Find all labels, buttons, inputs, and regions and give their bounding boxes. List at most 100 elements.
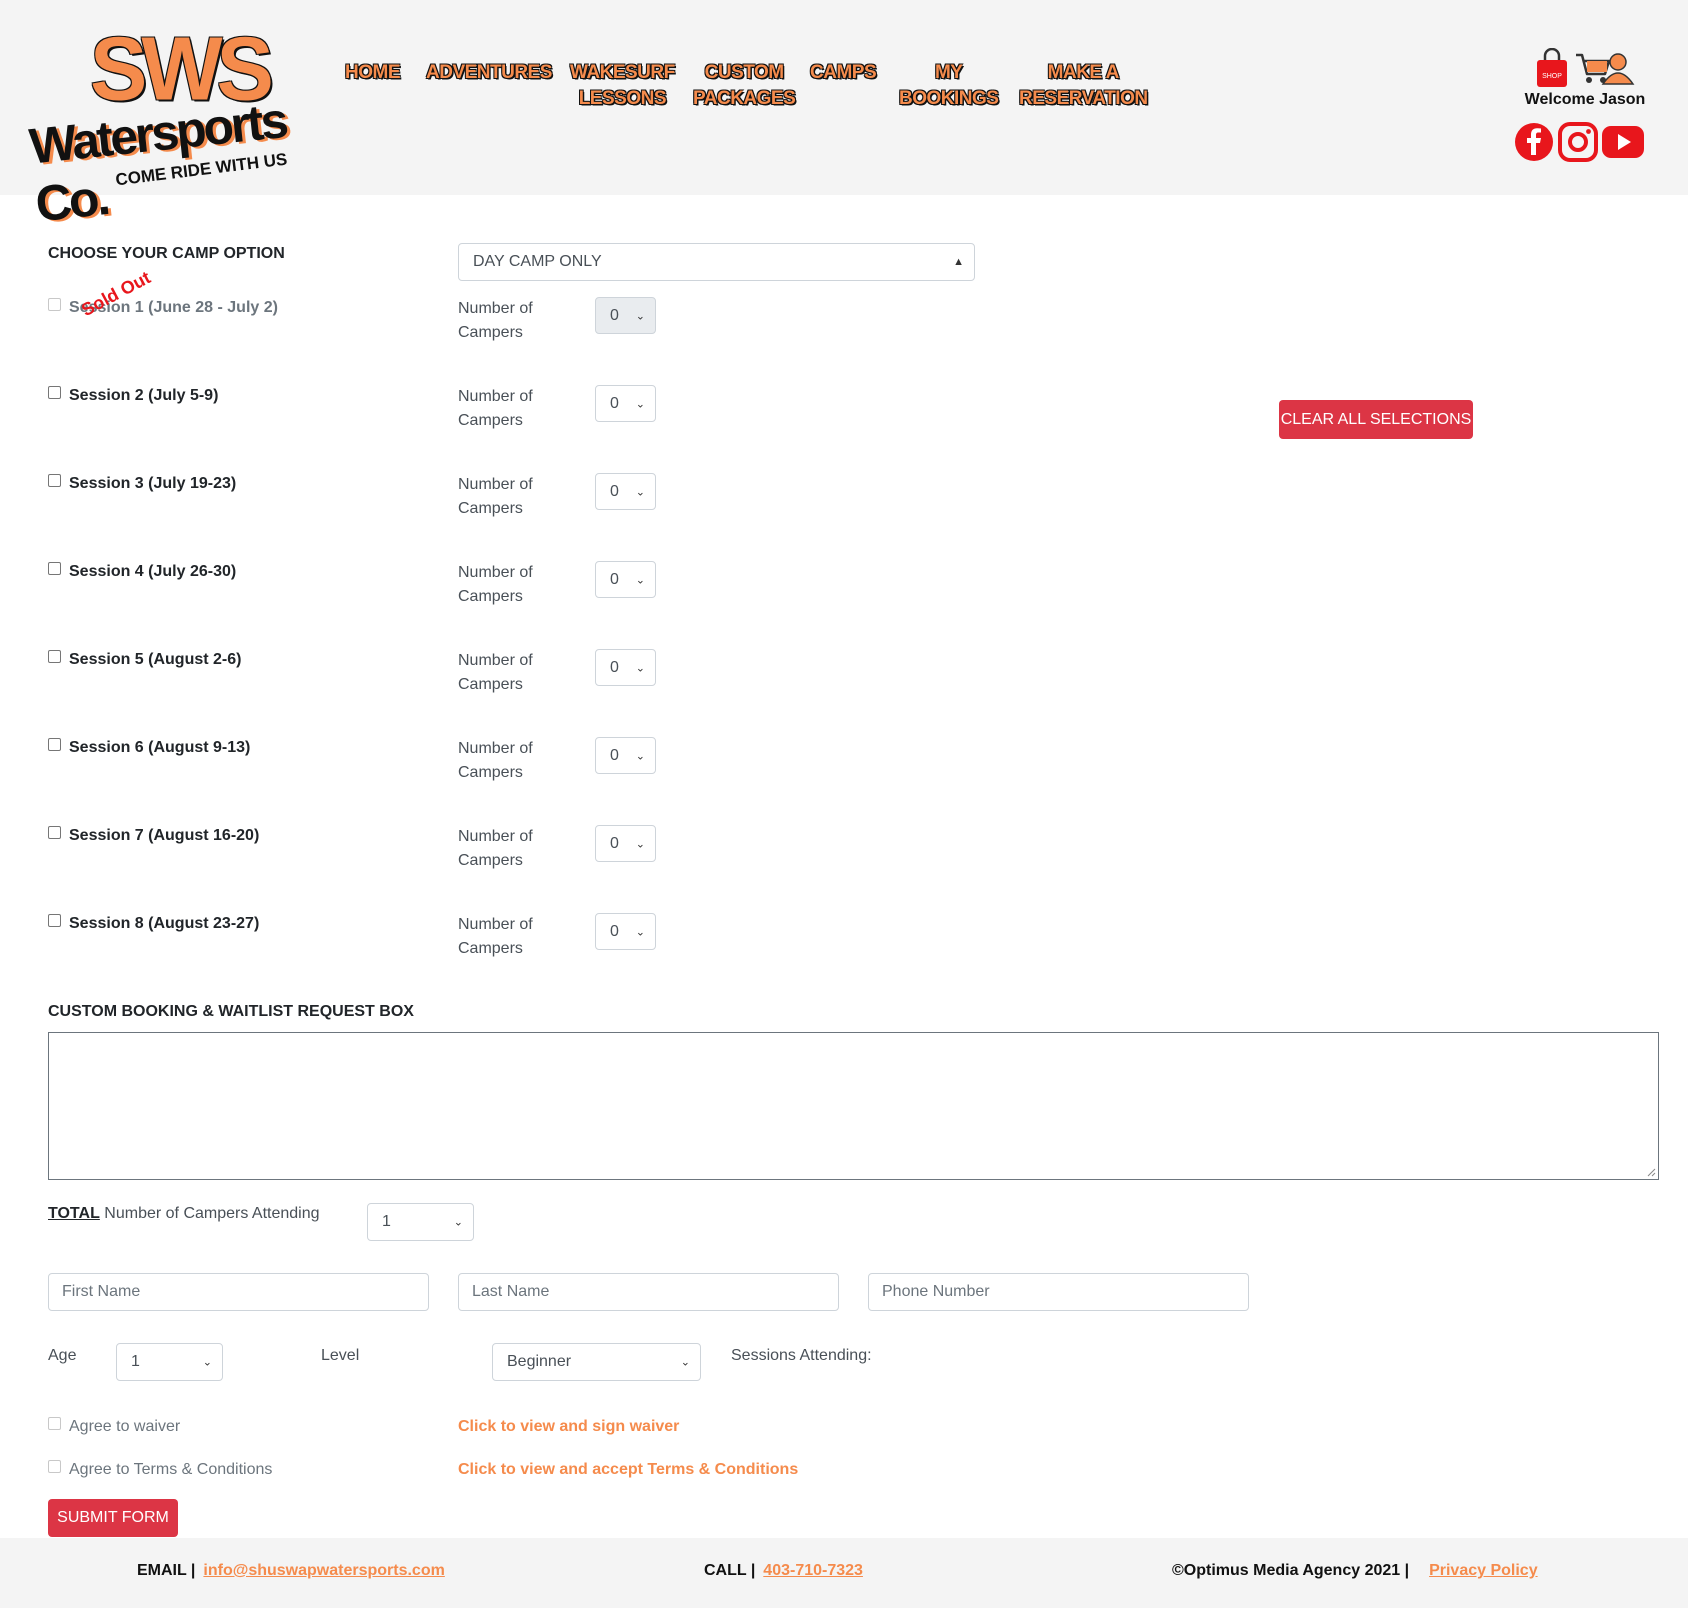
email-label: EMAIL | (137, 1562, 196, 1579)
chevron-down-icon: ⌄ (635, 398, 645, 410)
number-of-campers-label: Number of Campers (458, 828, 533, 869)
nav-my-bookings[interactable]: MY BOOKINGS (899, 60, 999, 112)
phone-placeholder: Phone Number (882, 1283, 990, 1300)
session-1-checkbox[interactable] (48, 298, 61, 312)
nav-home[interactable]: HOME (345, 60, 401, 86)
camp-option-value: DAY CAMP ONLY (473, 253, 602, 270)
nav-make-a-reservation[interactable]: MAKE A RESERVATION (1019, 60, 1148, 112)
terms-checkbox[interactable] (48, 1460, 61, 1474)
session-5-checkbox[interactable] (48, 650, 61, 664)
session-1-campers-select[interactable]: 0 ⌄ (595, 297, 656, 334)
session-label: Session 2 (July 5-9) (69, 387, 219, 404)
session-row[interactable]: Session 8 (August 23-27) (48, 914, 259, 933)
age-select[interactable]: 1 ⌄ (116, 1343, 223, 1381)
account-icons: SHOP (1535, 47, 1645, 91)
call-label: CALL | (704, 1562, 756, 1579)
level-select[interactable]: Beginner ⌄ (492, 1343, 701, 1381)
resize-grip-icon[interactable] (1646, 1167, 1656, 1177)
campers-value: 0 (610, 482, 619, 500)
phone-link[interactable]: 403-710-7323 (763, 1562, 863, 1579)
last-name-placeholder: Last Name (472, 1283, 550, 1300)
number-of-campers-label: Number of Campers (458, 388, 533, 429)
session-7-checkbox[interactable] (48, 826, 61, 840)
submit-form-button[interactable]: SUBMIT FORM (48, 1499, 178, 1537)
nav-adventures[interactable]: ADVENTURES (426, 60, 552, 86)
session-2-campers-select[interactable]: 0 ⌄ (595, 385, 656, 422)
chevron-down-icon: ⌄ (635, 662, 645, 674)
session-row[interactable]: Session 6 (August 9-13) (48, 738, 251, 757)
total-label-rest: Number of Campers Attending (104, 1205, 320, 1222)
total-label-bold: TOTAL (48, 1205, 100, 1222)
waiver-label: Agree to waiver (69, 1418, 181, 1435)
request-box-label: CUSTOM BOOKING & WAITLIST REQUEST BOX (48, 1003, 414, 1020)
shop-bag-icon[interactable]: SHOP (1535, 47, 1569, 93)
session-4-campers-select[interactable]: 0 ⌄ (595, 561, 656, 598)
session-5-campers-select[interactable]: 0 ⌄ (595, 649, 656, 686)
chevron-down-icon: ⌄ (635, 486, 645, 498)
first-name-input[interactable]: First Name (48, 1273, 429, 1311)
campers-value: 0 (610, 306, 619, 324)
privacy-policy-link[interactable]: Privacy Policy (1429, 1562, 1538, 1579)
site-header: SWS Watersports Co. COME RIDE WITH US HO… (0, 0, 1688, 233)
session-3-campers-select[interactable]: 0 ⌄ (595, 473, 656, 510)
chevron-down-icon: ⌄ (635, 310, 645, 322)
chevron-down-icon: ⌄ (635, 750, 645, 762)
number-of-campers-label: Number of Campers (458, 300, 533, 341)
session-3-checkbox[interactable] (48, 474, 61, 488)
session-row[interactable]: Session 4 (July 26-30) (48, 562, 237, 581)
session-label: Session 3 (July 19-23) (69, 475, 237, 492)
total-campers-value: 1 (382, 1213, 391, 1230)
youtube-icon[interactable] (1602, 126, 1644, 166)
session-row[interactable]: Session 2 (July 5-9) (48, 386, 219, 405)
session-8-campers-select[interactable]: 0 ⌄ (595, 913, 656, 950)
session-label: Session 6 (August 9-13) (69, 739, 251, 756)
logo-sub-text: Watersports Co. (26, 92, 289, 233)
accept-terms-link[interactable]: Click to view and accept Terms & Conditi… (458, 1461, 798, 1479)
copyright-text: ©Optimus Media Agency 2021 | (1172, 1562, 1410, 1579)
footer-call: CALL | 403-710-7323 (704, 1562, 863, 1580)
email-link[interactable]: info@shuswapwatersports.com (203, 1562, 444, 1579)
sign-waiver-link[interactable]: Click to view and sign waiver (458, 1418, 679, 1436)
footer-email: EMAIL | info@shuswapwatersports.com (137, 1562, 445, 1580)
waiver-row[interactable]: Agree to waiver (48, 1417, 181, 1436)
session-7-campers-select[interactable]: 0 ⌄ (595, 825, 656, 862)
total-campers-label: TOTAL Number of Campers Attending (48, 1205, 320, 1223)
instagram-icon[interactable] (1558, 122, 1598, 162)
terms-label: Agree to Terms & Conditions (69, 1461, 273, 1478)
svg-text:SHOP: SHOP (1542, 73, 1562, 80)
number-of-campers-label: Number of Campers (458, 916, 533, 957)
camp-option-select[interactable]: DAY CAMP ONLY ▲ (458, 243, 975, 281)
session-row[interactable]: Session 7 (August 16-20) (48, 826, 259, 845)
nav-custom-packages[interactable]: CUSTOM PACKAGES (693, 60, 796, 112)
number-of-campers-label: Number of Campers (458, 652, 533, 693)
session-row[interactable]: Session 5 (August 2-6) (48, 650, 242, 669)
sws-logo[interactable]: SWS Watersports Co. COME RIDE WITH US (27, 19, 330, 233)
facebook-icon[interactable] (1514, 122, 1554, 162)
waiver-checkbox[interactable] (48, 1417, 61, 1431)
session-8-checkbox[interactable] (48, 914, 61, 928)
last-name-input[interactable]: Last Name (458, 1273, 839, 1311)
session-label: Session 5 (August 2-6) (69, 651, 242, 668)
session-label: Session 4 (July 26-30) (69, 563, 237, 580)
session-6-campers-select[interactable]: 0 ⌄ (595, 737, 656, 774)
terms-row[interactable]: Agree to Terms & Conditions (48, 1460, 273, 1479)
session-4-checkbox[interactable] (48, 562, 61, 576)
chevron-down-icon: ⌄ (453, 1216, 463, 1229)
session-row[interactable]: Session 3 (July 19-23) (48, 474, 237, 493)
total-campers-select[interactable]: 1 ⌄ (367, 1203, 474, 1241)
user-icon[interactable] (1601, 52, 1635, 91)
site-footer: EMAIL | info@shuswapwatersports.com CALL … (0, 1538, 1688, 1608)
phone-number-input[interactable]: Phone Number (868, 1273, 1249, 1311)
clear-all-selections-button[interactable]: CLEAR ALL SELECTIONS (1279, 400, 1473, 439)
request-box-textarea[interactable] (48, 1032, 1659, 1180)
level-value: Beginner (507, 1353, 572, 1370)
age-value: 1 (131, 1353, 140, 1370)
session-6-checkbox[interactable] (48, 738, 61, 752)
first-name-placeholder: First Name (62, 1283, 141, 1300)
nav-camps[interactable]: CAMPS (810, 60, 877, 86)
session-2-checkbox[interactable] (48, 386, 61, 400)
footer-copyright: ©Optimus Media Agency 2021 | Privacy Poli… (1172, 1562, 1538, 1580)
nav-wakesurf-lessons[interactable]: WAKESURF LESSONS (570, 60, 675, 112)
chevron-down-icon: ⌄ (635, 574, 645, 586)
campers-value: 0 (610, 394, 619, 412)
